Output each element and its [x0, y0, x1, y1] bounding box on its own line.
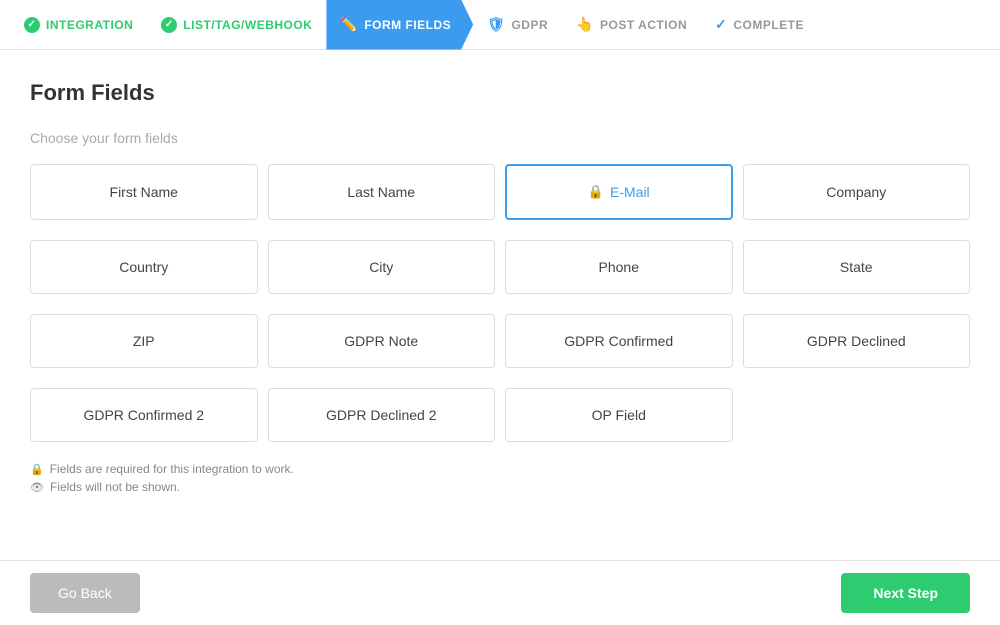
field-btn-company[interactable]: Company	[743, 164, 971, 220]
field-btn-country[interactable]: Country	[30, 240, 258, 294]
legend-required-text: Fields are required for this integration…	[50, 462, 294, 476]
nav-step-form-fields[interactable]: ✏️ FORM FIELDS	[326, 0, 473, 50]
nav-step-post-action-label: POST ACTION	[600, 18, 687, 32]
nav-step-integration[interactable]: ✓ INTEGRATION	[10, 0, 147, 50]
legend-lock-icon: 🔒	[30, 463, 44, 476]
field-btn-state[interactable]: State	[743, 240, 971, 294]
email-label: E-Mail	[610, 184, 650, 200]
legend-item-hidden: 👁 Fields will not be shown.	[30, 480, 970, 494]
go-back-button[interactable]: Go Back	[30, 573, 140, 613]
city-label: City	[369, 259, 393, 275]
field-btn-zip[interactable]: ZIP	[30, 314, 258, 368]
footer: Go Back Next Step	[0, 560, 1000, 625]
top-nav: ✓ INTEGRATION ✓ LIST/TAG/WEBHOOK ✏️ FORM…	[0, 0, 1000, 50]
gdpr-note-label: GDPR Note	[344, 333, 418, 349]
nav-step-list-tag-label: LIST/TAG/WEBHOOK	[183, 18, 312, 32]
gdpr-icon: 🛡	[487, 16, 505, 33]
gdpr-declined-2-label: GDPR Declined 2	[326, 407, 437, 423]
field-grid-row1: First Name Last Name 🔒 E-Mail Company	[30, 164, 970, 220]
list-tag-check-icon: ✓	[161, 17, 177, 33]
field-grid-row4: GDPR Confirmed 2 GDPR Declined 2 OP Fiel…	[30, 388, 970, 442]
next-step-button[interactable]: Next Step	[841, 573, 970, 613]
op-field-label: OP Field	[592, 407, 646, 423]
main-content: Form Fields Choose your form fields Firs…	[0, 50, 1000, 494]
section-label: Choose your form fields	[30, 130, 970, 146]
lock-icon: 🔒	[588, 184, 604, 200]
gdpr-confirmed-label: GDPR Confirmed	[564, 333, 673, 349]
field-btn-gdpr-note[interactable]: GDPR Note	[268, 314, 496, 368]
field-btn-first-name[interactable]: First Name	[30, 164, 258, 220]
company-label: Company	[826, 184, 886, 200]
field-btn-email[interactable]: 🔒 E-Mail	[505, 164, 733, 220]
complete-check-icon: ✓	[715, 16, 727, 33]
zip-label: ZIP	[133, 333, 155, 349]
integration-check-icon: ✓	[24, 17, 40, 33]
field-btn-last-name[interactable]: Last Name	[268, 164, 496, 220]
nav-step-integration-label: INTEGRATION	[46, 18, 133, 32]
legend: 🔒 Fields are required for this integrati…	[30, 462, 970, 494]
first-name-label: First Name	[110, 184, 178, 200]
legend-item-required: 🔒 Fields are required for this integrati…	[30, 462, 970, 476]
nav-step-gdpr[interactable]: 🛡 GDPR	[473, 0, 562, 50]
field-btn-op-field[interactable]: OP Field	[505, 388, 733, 442]
page-title: Form Fields	[30, 80, 970, 106]
nav-step-complete[interactable]: ✓ COMPLETE	[701, 0, 818, 50]
state-label: State	[840, 259, 873, 275]
country-label: Country	[119, 259, 168, 275]
field-btn-gdpr-confirmed[interactable]: GDPR Confirmed	[505, 314, 733, 368]
nav-step-gdpr-label: GDPR	[511, 18, 548, 32]
field-btn-gdpr-declined[interactable]: GDPR Declined	[743, 314, 971, 368]
legend-eye-off-icon: 👁	[30, 481, 44, 494]
field-grid-row2: Country City Phone State	[30, 240, 970, 294]
nav-step-form-fields-label: FORM FIELDS	[364, 18, 451, 32]
gdpr-declined-label: GDPR Declined	[807, 333, 906, 349]
field-btn-gdpr-declined-2[interactable]: GDPR Declined 2	[268, 388, 496, 442]
nav-step-complete-label: COMPLETE	[733, 18, 804, 32]
phone-label: Phone	[599, 259, 639, 275]
field-btn-city[interactable]: City	[268, 240, 496, 294]
field-btn-gdpr-confirmed-2[interactable]: GDPR Confirmed 2	[30, 388, 258, 442]
gdpr-confirmed-2-label: GDPR Confirmed 2	[83, 407, 204, 423]
field-grid-row3: ZIP GDPR Note GDPR Confirmed GDPR Declin…	[30, 314, 970, 368]
form-fields-icon: ✏️	[340, 16, 358, 33]
post-action-icon: 👆	[576, 16, 594, 33]
nav-step-list-tag[interactable]: ✓ LIST/TAG/WEBHOOK	[147, 0, 326, 50]
nav-step-post-action[interactable]: 👆 POST ACTION	[562, 0, 701, 50]
legend-hidden-text: Fields will not be shown.	[50, 480, 180, 494]
last-name-label: Last Name	[347, 184, 415, 200]
field-btn-phone[interactable]: Phone	[505, 240, 733, 294]
